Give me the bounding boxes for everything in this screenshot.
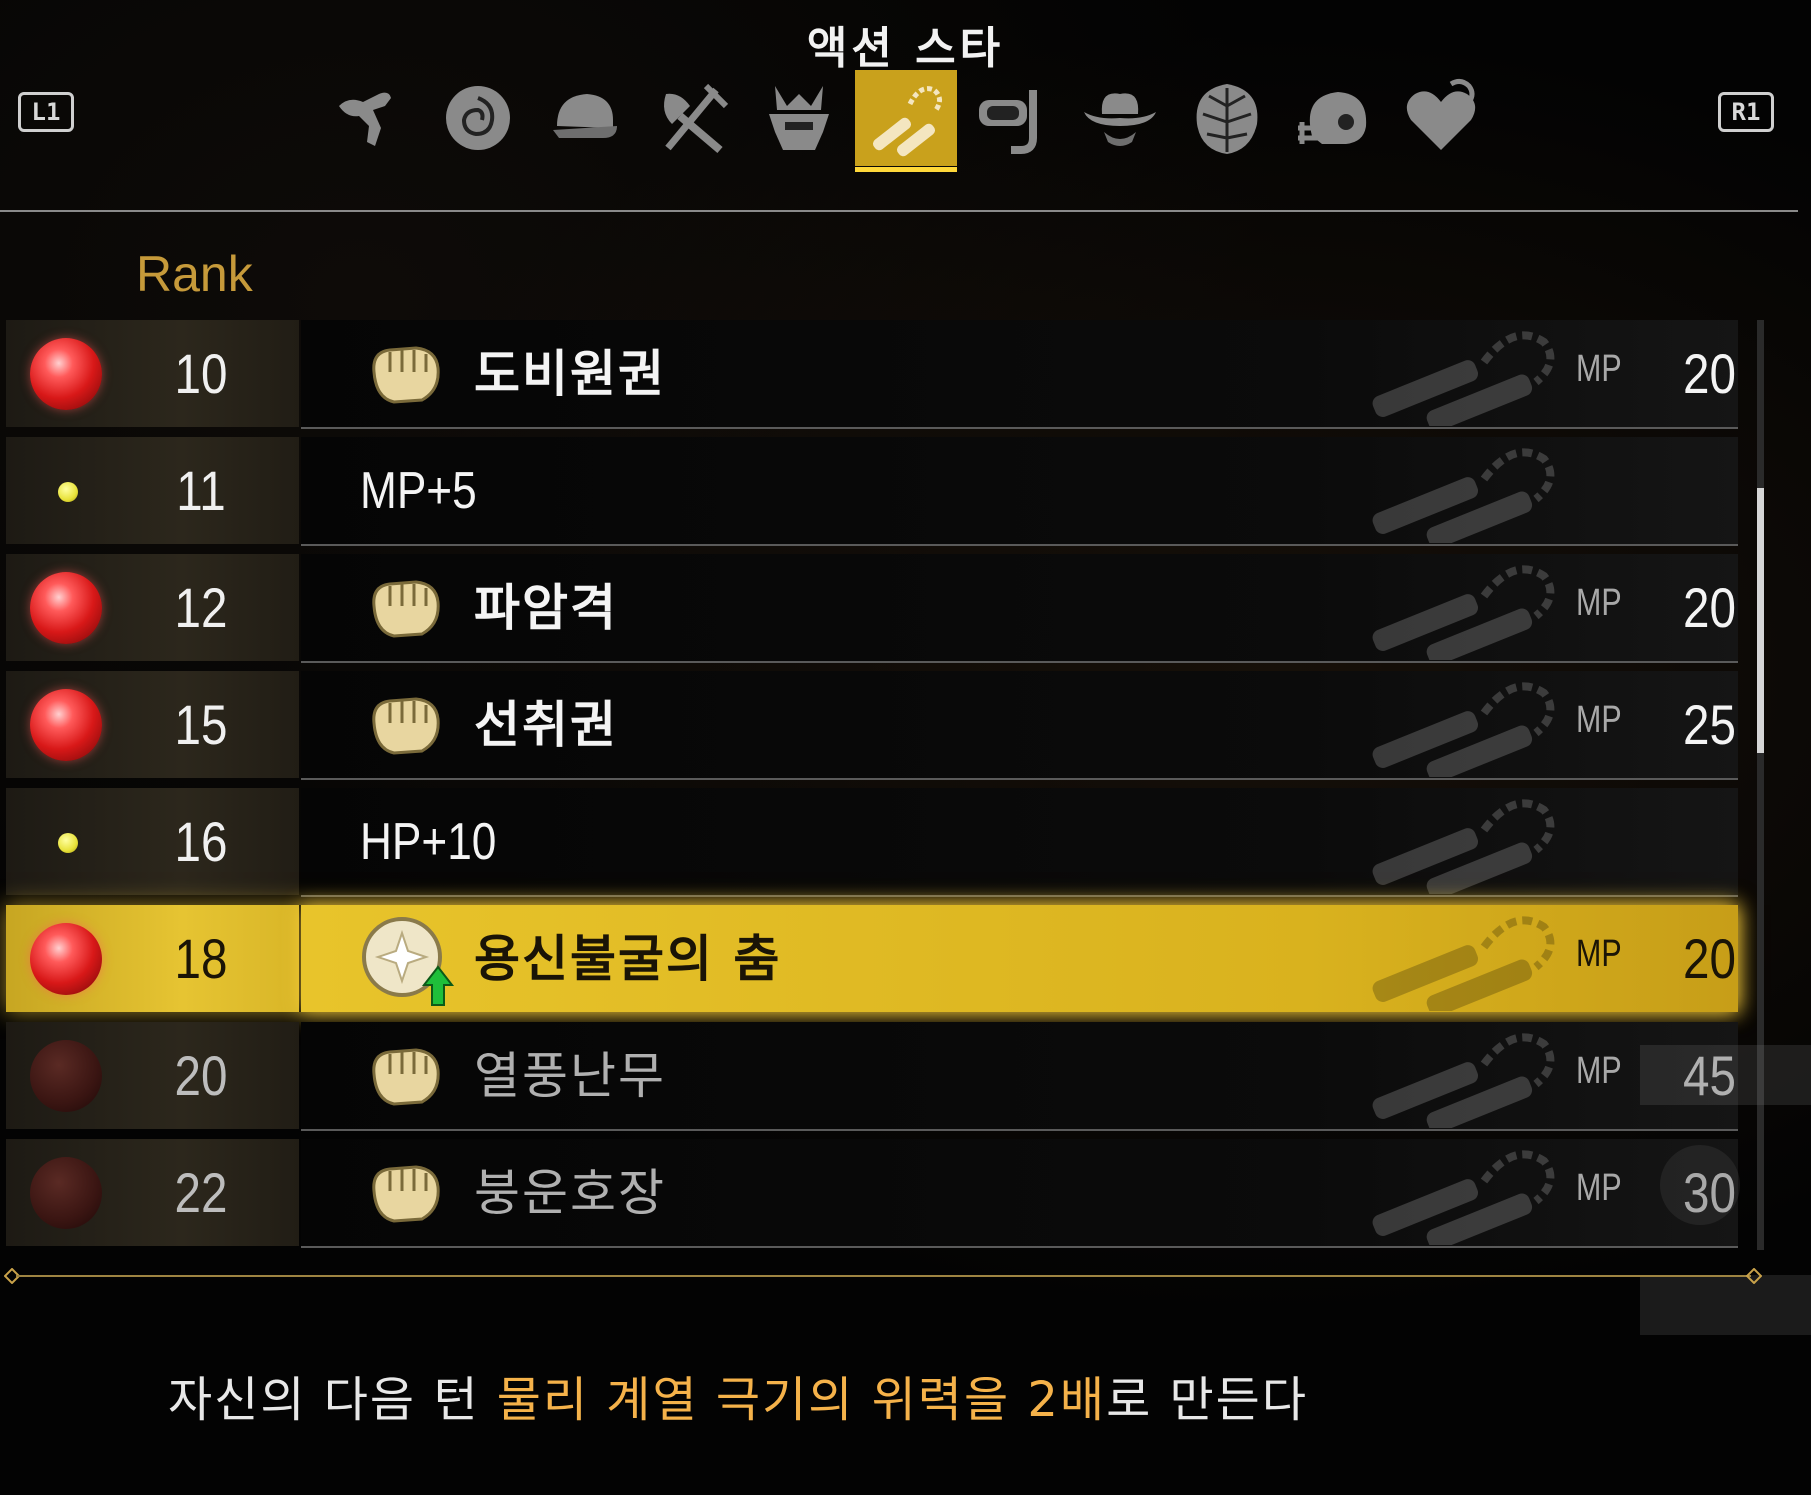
fist-icon xyxy=(372,1048,440,1106)
skill-name: 용신불굴의 춤 xyxy=(474,930,782,988)
rank-number: 22 xyxy=(174,1161,228,1224)
description-highlight: 물리 계열 극기의 위력을 2배 xyxy=(496,1372,1107,1428)
background-panel-decoration xyxy=(1640,1045,1811,1335)
l1-button[interactable]: L1 xyxy=(18,92,74,132)
footer-divider xyxy=(16,1275,1751,1277)
skill-name: 파암격 xyxy=(474,579,618,637)
list-item[interactable]: 16 HP+10 xyxy=(6,788,1738,897)
chef-utensils-icon xyxy=(664,83,729,154)
mp-label: MP xyxy=(1576,933,1622,975)
mp-label: MP xyxy=(1576,1050,1622,1092)
list-item[interactable]: 12 파암격 MP 20 xyxy=(6,554,1738,663)
r1-button[interactable]: R1 xyxy=(1718,92,1774,132)
nunchaku-icon xyxy=(872,86,942,157)
rank-number: 15 xyxy=(174,693,228,756)
stat-bonus: MP+5 xyxy=(360,462,477,520)
rank-number: 11 xyxy=(176,459,226,522)
mp-label: MP xyxy=(1576,699,1622,741)
divider-ornament-icon xyxy=(1746,1268,1762,1284)
list-item[interactable]: 11 MP+5 xyxy=(6,437,1738,546)
tab-utensils[interactable] xyxy=(641,70,743,166)
kick-icon xyxy=(339,92,391,146)
palm-leaf-icon xyxy=(1196,84,1258,154)
stat-bonus-dot-icon xyxy=(58,482,78,502)
mp-cost: 20 xyxy=(1683,576,1736,639)
skill-name: 선취권 xyxy=(474,696,618,754)
nunchaku-watermark-icon xyxy=(1372,1033,1555,1128)
fist-icon xyxy=(372,697,440,755)
locked-orb-icon xyxy=(30,1157,102,1229)
skill-name: 도비원권 xyxy=(474,345,666,403)
mp-label: MP xyxy=(1576,1167,1622,1209)
tab-rose[interactable] xyxy=(427,70,529,166)
stat-bonus: HP+10 xyxy=(360,813,497,871)
nunchaku-watermark-icon xyxy=(1372,448,1555,543)
nunchaku-watermark-icon xyxy=(1372,565,1555,660)
tab-heart[interactable] xyxy=(1390,70,1492,166)
rose-icon xyxy=(446,86,510,150)
nunchaku-watermark-icon xyxy=(1372,916,1555,1011)
description-text: 자신의 다음 턴 xyxy=(168,1372,497,1428)
locked-orb-icon xyxy=(30,1040,102,1112)
rank-number: 16 xyxy=(174,810,228,873)
tab-nunchaku[interactable] xyxy=(855,70,957,172)
skill-name: 붕운호장 xyxy=(474,1164,666,1222)
cap-icon xyxy=(553,94,617,138)
samurai-helmet-icon xyxy=(769,86,829,150)
list-item-selected[interactable]: 18 용신불굴의 춤 MP 20 xyxy=(6,905,1738,1012)
nunchaku-watermark-icon xyxy=(1372,799,1555,894)
mp-cost: 20 xyxy=(1683,927,1736,990)
tab-kick[interactable] xyxy=(320,70,422,166)
mp-cost: 25 xyxy=(1683,693,1736,756)
unlocked-orb-icon xyxy=(30,338,102,410)
tab-samurai[interactable] xyxy=(748,70,850,166)
unlocked-orb-icon xyxy=(30,923,102,995)
tab-snorkel[interactable] xyxy=(962,70,1064,166)
rank-number: 20 xyxy=(174,1044,228,1107)
list-item[interactable]: 15 선취권 MP 25 xyxy=(6,671,1738,780)
list-item[interactable]: 20 열풍난무 MP 45 xyxy=(6,1022,1738,1131)
mp-label: MP xyxy=(1576,582,1622,624)
nunchaku-watermark-icon xyxy=(1372,331,1555,426)
skill-name: 열풍난무 xyxy=(474,1047,666,1105)
list-item[interactable]: 10 도비원권 MP 20 xyxy=(6,320,1738,429)
nunchaku-watermark-icon xyxy=(1372,1150,1555,1245)
rank-column-header: Rank xyxy=(136,246,253,302)
buff-up-icon xyxy=(362,917,455,1006)
mp-label: MP xyxy=(1576,348,1622,390)
heart-icon xyxy=(1406,78,1476,150)
rank-number: 18 xyxy=(174,927,228,990)
description-text: 로 만든다 xyxy=(1106,1372,1308,1428)
tab-cowboy[interactable] xyxy=(1069,70,1171,166)
fist-icon xyxy=(372,580,440,638)
rank-number: 12 xyxy=(174,576,228,639)
list-item[interactable]: 22 붕운호장 MP 30 xyxy=(6,1139,1738,1248)
rank-number: 10 xyxy=(174,342,228,405)
stat-bonus-dot-icon xyxy=(58,833,78,853)
tab-cap[interactable] xyxy=(534,70,636,166)
skill-description: 자신의 다음 턴 물리 계열 극기의 위력을 2배로 만든다 xyxy=(168,1360,1308,1430)
fist-icon xyxy=(372,346,440,404)
snorkel-icon xyxy=(979,90,1037,154)
unlocked-orb-icon xyxy=(30,572,102,644)
scrollbar-thumb[interactable] xyxy=(1757,488,1764,753)
page-title: 액션 스타 xyxy=(806,23,1005,74)
fist-icon xyxy=(372,1165,440,1223)
header-divider xyxy=(0,210,1798,212)
cowboy-hat-icon xyxy=(1084,93,1156,146)
nunchaku-watermark-icon xyxy=(1372,682,1555,777)
tab-football[interactable] xyxy=(1283,70,1385,166)
mp-cost: 20 xyxy=(1683,342,1736,405)
tab-palm[interactable] xyxy=(1176,70,1278,166)
football-helmet-icon xyxy=(1298,92,1367,144)
unlocked-orb-icon xyxy=(30,689,102,761)
